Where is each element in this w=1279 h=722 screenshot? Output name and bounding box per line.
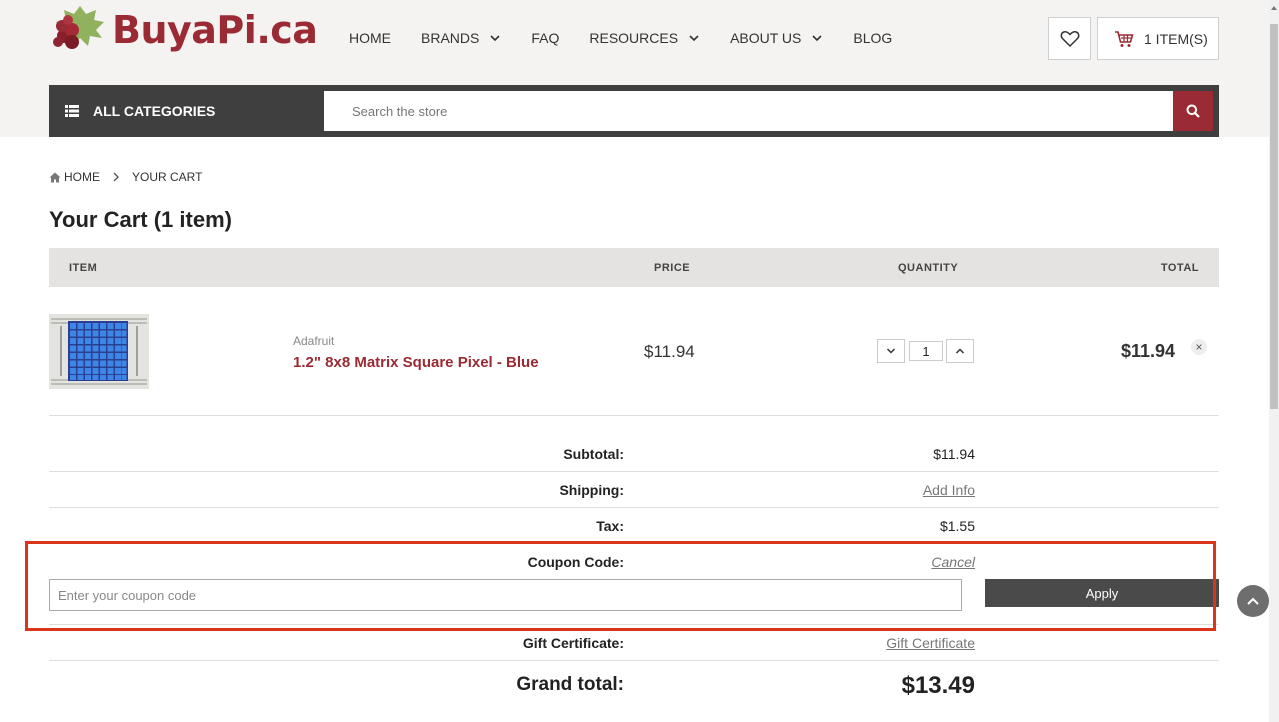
tax-label: Tax: [596,518,624,534]
nav-brands-label: BRANDS [421,30,480,46]
gift-certificate-label: Gift Certificate: [522,635,624,651]
quantity-increase-button[interactable] [946,339,974,363]
nav-faq[interactable]: FAQ [531,29,559,47]
close-icon: × [1195,340,1203,354]
header-item: ITEM [69,262,98,274]
coupon-label: Coupon Code: [527,554,624,570]
gift-certificate-row: Gift Certificate: Gift Certificate [49,625,1219,661]
chevron-up-icon [955,348,965,354]
search-button[interactable] [1173,91,1213,131]
grand-total-label: Grand total: [516,674,624,695]
row-total: $11.94 [1121,341,1176,361]
heart-icon [1060,30,1079,47]
all-categories-label: ALL CATEGORIES [93,103,216,119]
nav-about-us-label: ABOUT US [730,30,802,46]
chevron-down-icon [490,35,500,42]
home-icon [49,172,61,182]
nav-faq-label: FAQ [531,30,560,46]
header-total: TOTAL [1160,262,1199,274]
nav-home[interactable]: HOME [349,29,391,47]
cart-icon [1115,30,1134,47]
chevron-down-icon [886,348,896,354]
add-info-link[interactable]: Add Info [923,482,975,498]
shipping-row: Shipping: Add Info [49,472,1219,508]
list-icon [65,105,79,117]
all-categories-button[interactable]: ALL CATEGORIES [49,85,318,137]
product-name-link[interactable]: 1.2" 8x8 Matrix Square Pixel - Blue [293,354,539,371]
apply-coupon-button[interactable]: Apply [985,579,1219,607]
breadcrumb: HOME YOUR CART [49,170,202,184]
grand-total-value: $13.49 [901,672,975,699]
gift-certificate-link[interactable]: Gift Certificate [886,635,975,651]
remove-item-button[interactable]: × [1191,339,1207,355]
nav-home-label: HOME [349,30,391,46]
scrollbar-thumb[interactable] [1270,24,1278,409]
logo-name: BuyaPi [112,8,257,52]
quantity-decrease-button[interactable] [877,339,905,363]
nav-resources[interactable]: RESOURCES [589,29,700,47]
coupon-code-input[interactable] [49,579,962,611]
cart-table-header: ITEM PRICE QUANTITY TOTAL [49,248,1219,287]
arrow-up-icon [1247,597,1259,605]
wishlist-button[interactable] [1048,17,1091,60]
nav-blog-label: BLOG [853,30,893,46]
nav-about-us[interactable]: ABOUT US [730,29,823,47]
nav-brands[interactable]: BRANDS [421,29,501,47]
nav-resources-label: RESOURCES [589,30,679,46]
product-brand: Adafruit [293,334,335,348]
breadcrumb-home[interactable]: HOME [64,170,100,184]
cart-row: Adafruit 1.2" 8x8 Matrix Square Pixel - … [49,287,1219,416]
chevron-down-icon [689,35,699,42]
tax-value: $1.55 [939,518,975,534]
coupon-cancel-link[interactable]: Cancel [931,554,975,570]
shipping-label: Shipping: [559,482,624,498]
back-to-top-button[interactable] [1237,585,1269,617]
quantity-input[interactable] [909,341,943,361]
cart-button[interactable]: 1 ITEM(S) [1097,17,1219,60]
page-title: Your Cart (1 item) [49,207,232,232]
main-nav: HOME BRANDS FAQ RESOURCES ABOUT US BLOG [349,29,922,47]
chevron-down-icon [812,35,822,42]
raspberry-logo-icon [50,2,110,58]
site-logo[interactable]: BuyaPi.ca [50,2,318,58]
cart-count-label: 1 ITEM(S) [1144,30,1208,47]
logo-tld: .ca [256,8,318,52]
product-image[interactable] [49,314,149,389]
tax-row: Tax: $1.55 [49,508,1219,544]
chevron-right-icon [113,172,119,182]
breadcrumb-current: YOUR CART [132,170,203,184]
nav-blog[interactable]: BLOG [853,29,892,47]
subtotal-row: Subtotal: $11.94 [49,436,1219,472]
grand-total-row: Grand total: $13.49 [49,661,1219,722]
subtotal-value: $11.94 [933,446,975,462]
header-quantity: QUANTITY [898,262,959,274]
product-price: $11.94 [644,342,695,361]
search-icon [1186,104,1200,118]
search-input[interactable] [324,91,1174,131]
subtotal-label: Subtotal: [563,446,624,462]
scroll-up-icon[interactable] [1270,4,1278,12]
header-price: PRICE [654,262,691,274]
search-bar [318,85,1219,137]
